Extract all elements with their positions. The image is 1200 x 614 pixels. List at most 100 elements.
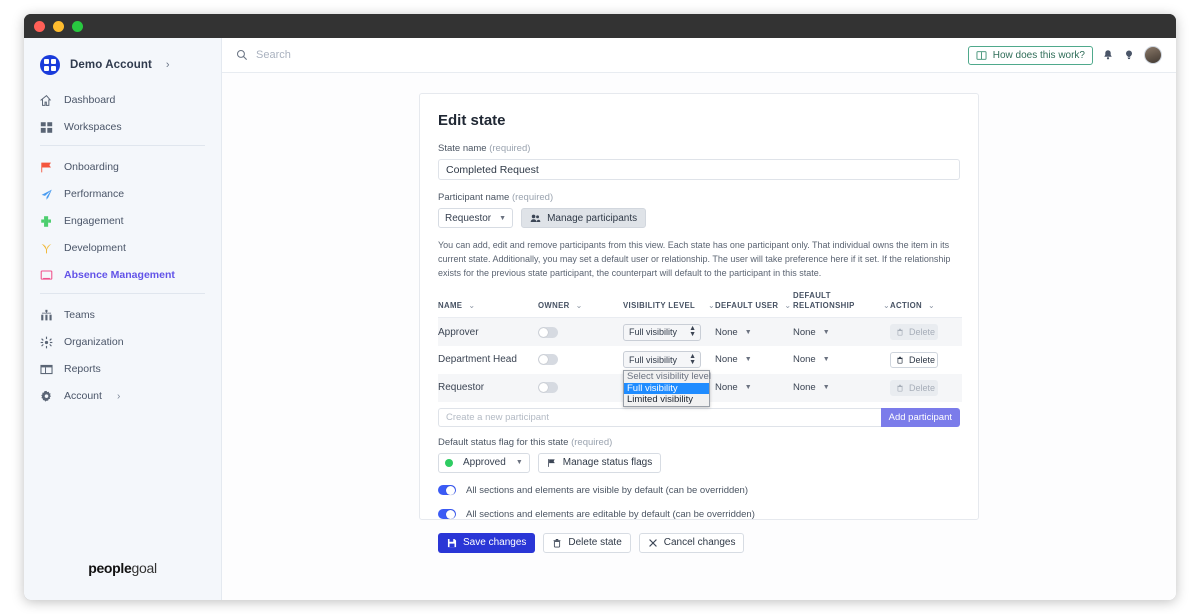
app-shell: Demo Account › Dashboard Workspaces Onbo… <box>24 38 1176 600</box>
save-changes-button[interactable]: Save changes <box>438 532 536 553</box>
window-maximize-button[interactable] <box>72 20 83 32</box>
visibility-level-select[interactable]: Full visibility ▲▼ <box>623 351 701 369</box>
column-header-default-relationship[interactable]: DEFAULT RELATIONSHIP ⌄ <box>793 290 890 319</box>
how-does-this-work-button[interactable]: How does this work? <box>967 45 1093 65</box>
window-close-button[interactable] <box>34 20 45 32</box>
delete-state-label: Delete state <box>568 537 622 549</box>
visibility-level-dropdown-menu[interactable]: Select visibility level Full visibility … <box>623 370 711 407</box>
manage-participants-label: Manage participants <box>547 212 638 224</box>
sidebar-group-modules: Onboarding Performance Engagement Develo… <box>24 158 221 284</box>
participant-select[interactable]: Requestor ▼ <box>438 208 514 228</box>
sidebar-divider <box>40 293 205 294</box>
how-does-this-work-label: How does this work? <box>992 49 1085 61</box>
organization-icon <box>40 336 53 349</box>
sidebar-item-onboarding[interactable]: Onboarding <box>40 158 221 176</box>
chevron-right-icon: › <box>165 59 170 71</box>
visible-by-default-toggle[interactable] <box>438 485 456 496</box>
sidebar-item-label: Engagement <box>64 215 124 227</box>
sidebar-item-account[interactable]: Account › <box>40 387 221 405</box>
cancel-changes-button[interactable]: Cancel changes <box>638 532 745 553</box>
sidebar-item-dashboard[interactable]: Dashboard <box>40 91 221 109</box>
window-minimize-button[interactable] <box>53 20 64 32</box>
sidebar-item-label: Development <box>64 242 126 254</box>
column-header-owner[interactable]: OWNER ⌄ <box>538 290 623 319</box>
sidebar-item-label: Workspaces <box>64 121 122 133</box>
table-header: NAME ⌄ OWNER ⌄ VISIBILITY LEVEL ⌄ DEFAUL… <box>438 290 962 319</box>
manage-status-flags-button[interactable]: Manage status flags <box>537 452 662 473</box>
sidebar-group-admin: Teams Organization Reports Account › <box>24 306 221 405</box>
reports-icon <box>40 363 53 376</box>
account-switcher[interactable]: Demo Account › <box>24 38 221 75</box>
wordmark-bold: people <box>88 560 132 576</box>
chevron-down-icon: ⌄ <box>468 301 476 311</box>
sidebar-item-workspaces[interactable]: Workspaces <box>40 118 221 136</box>
visibility-level-select[interactable]: Full visibility ▲▼ <box>623 323 701 341</box>
sidebar-item-absence-management[interactable]: Absence Management <box>40 266 221 284</box>
delete-label: Delete <box>909 354 936 365</box>
sidebar-item-teams[interactable]: Teams <box>40 306 221 324</box>
cell-name: Department Head <box>438 345 538 374</box>
add-participant-row: Add participant <box>438 407 960 427</box>
owner-toggle[interactable] <box>538 382 558 394</box>
chevron-down-icon: ▼ <box>744 356 752 364</box>
sidebar-item-label: Onboarding <box>64 161 119 173</box>
default-relationship-select[interactable]: None ▼ <box>793 382 890 393</box>
delete-participant-button[interactable]: Delete <box>890 351 938 368</box>
search-box[interactable] <box>236 49 968 61</box>
cell-action: Delete <box>890 317 962 346</box>
state-name-label-text: State name <box>438 143 487 154</box>
delete-participant-button: Delete <box>890 379 938 396</box>
cell-default-relationship: None ▼ <box>793 317 890 346</box>
editable-by-default-toggle[interactable] <box>438 509 456 520</box>
home-icon <box>40 94 53 107</box>
search-input[interactable] <box>256 49 556 61</box>
tips-lightbulb-icon[interactable] <box>1123 49 1135 61</box>
sidebar-item-organization[interactable]: Organization <box>40 333 221 351</box>
default-user-select[interactable]: None ▼ <box>715 354 793 365</box>
participant-select-value: Requestor <box>445 212 492 224</box>
column-header-action[interactable]: ACTION ⌄ <box>890 290 962 319</box>
default-user-select[interactable]: None ▼ <box>715 327 793 338</box>
dropdown-option-placeholder[interactable]: Select visibility level <box>624 371 711 383</box>
dropdown-option-full-visibility[interactable]: Full visibility <box>624 382 709 394</box>
manage-participants-button[interactable]: Manage participants <box>521 208 647 228</box>
default-relationship-select[interactable]: None ▼ <box>793 354 890 365</box>
puzzle-icon <box>40 215 53 228</box>
owner-toggle[interactable] <box>538 326 558 338</box>
default-user-value: None <box>715 326 738 338</box>
cell-default-relationship: None ▼ <box>793 373 890 402</box>
default-relationship-select[interactable]: None ▼ <box>793 327 890 338</box>
status-flag-controls: Approved ▼ Manage status flags <box>438 452 960 473</box>
trash-icon <box>896 384 904 392</box>
dropdown-option-limited-visibility[interactable]: Limited visibility <box>624 394 709 406</box>
delete-state-button[interactable]: Delete state <box>543 532 631 553</box>
screenshot-root: Demo Account › Dashboard Workspaces Onbo… <box>0 0 1200 614</box>
column-header-name[interactable]: NAME ⌄ <box>438 290 538 319</box>
sidebar-item-engagement[interactable]: Engagement <box>40 212 221 230</box>
default-user-select[interactable]: None ▼ <box>715 382 793 393</box>
peoplegoal-wordmark: peoplegoal <box>24 560 221 576</box>
column-header-default-user[interactable]: DEFAULT USER ⌄ <box>715 290 793 319</box>
save-disk-icon <box>447 538 457 548</box>
notifications-bell-icon[interactable] <box>1102 49 1114 61</box>
add-participant-button[interactable]: Add participant <box>880 407 960 427</box>
sidebar-nav: Dashboard Workspaces Onboarding Performa… <box>24 91 221 405</box>
column-header-visibility-level[interactable]: VISIBILITY LEVEL ⌄ <box>623 290 715 319</box>
chevron-down-icon: ▼ <box>499 214 507 222</box>
sidebar-item-reports[interactable]: Reports <box>40 360 221 378</box>
chevron-down-icon: ▼ <box>822 356 830 364</box>
cell-visibility: Full visibility ▲▼ <box>623 317 715 346</box>
visible-by-default-row: All sections and elements are visible by… <box>438 485 960 496</box>
participants-description: You can add, edit and remove participant… <box>438 240 951 278</box>
user-avatar[interactable] <box>1144 46 1162 64</box>
state-name-input[interactable] <box>438 159 960 180</box>
cell-action: Delete <box>890 345 962 374</box>
sidebar-item-development[interactable]: Development <box>40 239 221 257</box>
status-flag-select[interactable]: Approved ▼ <box>438 452 530 473</box>
column-label: NAME <box>438 301 463 311</box>
new-participant-input[interactable] <box>438 407 881 427</box>
owner-toggle[interactable] <box>538 354 558 366</box>
cell-owner <box>538 373 623 402</box>
monitor-icon <box>40 269 53 282</box>
sidebar-item-performance[interactable]: Performance <box>40 185 221 203</box>
